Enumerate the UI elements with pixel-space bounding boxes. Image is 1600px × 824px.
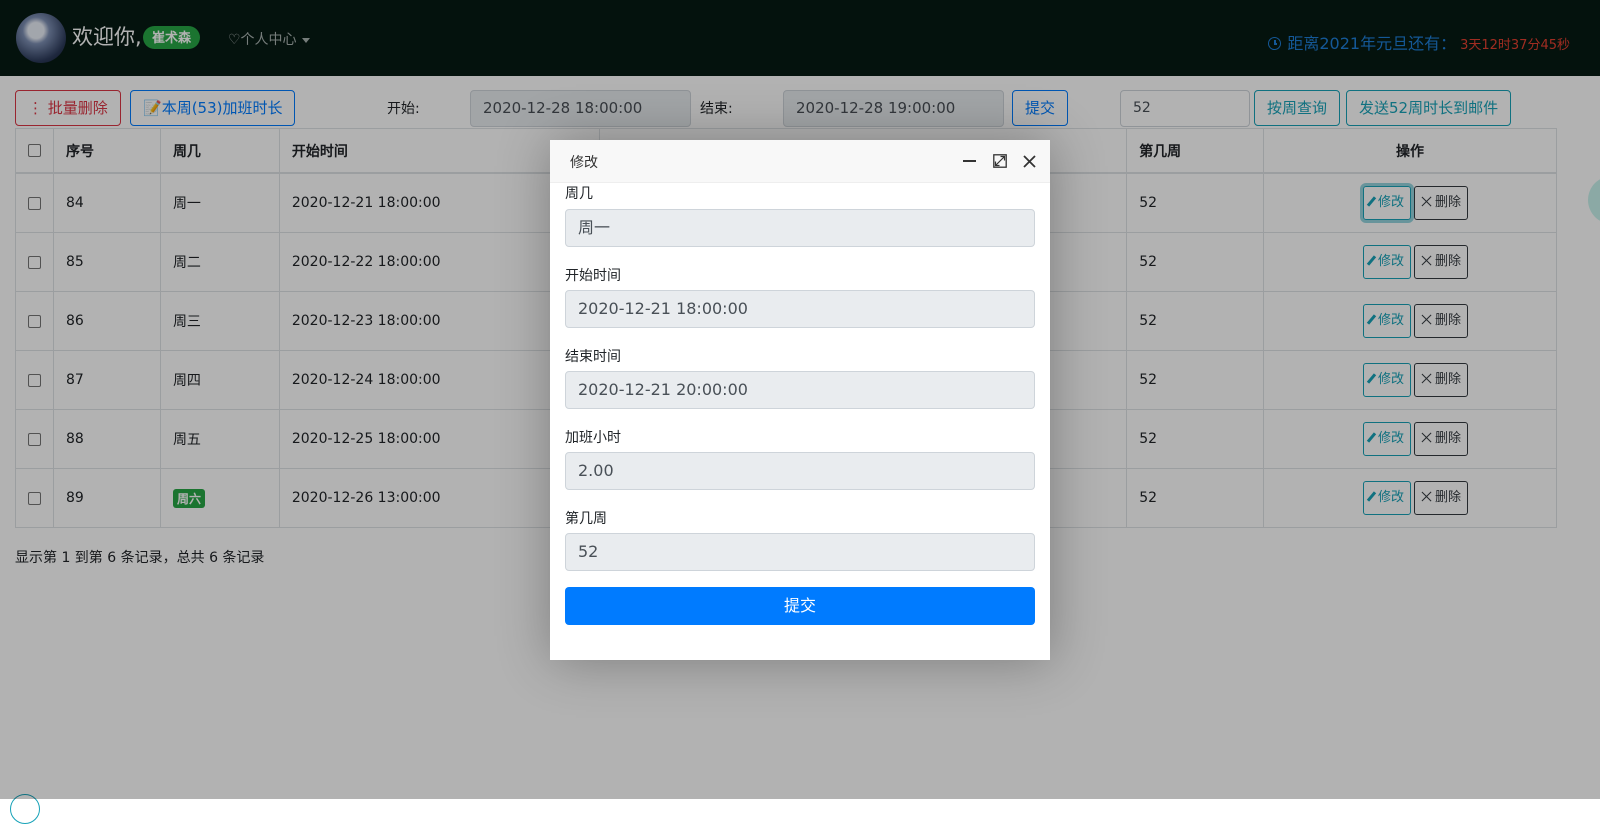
overtime-hours-field[interactable]: 2.00 <box>565 452 1035 490</box>
minimize-icon[interactable] <box>963 160 977 162</box>
weekday-input[interactable]: 周一 <box>565 209 1035 247</box>
close-icon[interactable] <box>1023 154 1036 168</box>
field-label-weekday: 周几 <box>565 186 593 202</box>
field-label-week: 第几周 <box>565 511 607 527</box>
field-label-hours: 加班小时 <box>565 430 621 446</box>
modal-header[interactable]: 修改 <box>550 140 1050 183</box>
end-time-field[interactable]: 2020-12-21 20:00:00 <box>565 371 1035 409</box>
modal-submit-button[interactable]: 提交 <box>565 587 1035 625</box>
field-label-start-time: 开始时间 <box>565 268 621 284</box>
field-label-end-time: 结束时间 <box>565 349 621 365</box>
maximize-icon[interactable] <box>992 154 1007 168</box>
week-number-field[interactable]: 52 <box>565 533 1035 571</box>
edit-modal: 修改 周几 周一 开始时间 2020-12-21 18:00:00 结束时间 2… <box>550 140 1050 660</box>
modal-title: 修改 <box>570 155 598 171</box>
window-controls <box>963 153 1036 169</box>
start-time-field[interactable]: 2020-12-21 18:00:00 <box>565 290 1035 328</box>
